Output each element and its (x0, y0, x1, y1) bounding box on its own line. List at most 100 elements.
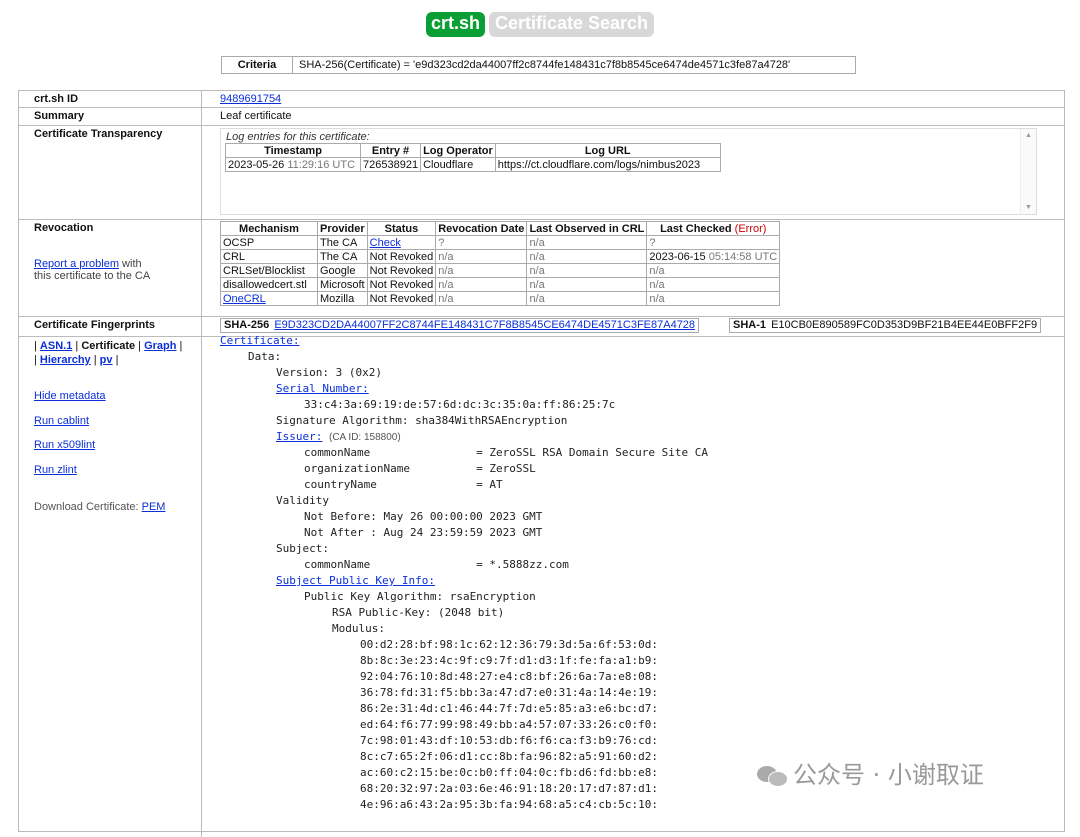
issuer-organization: organizationName = ZeroSSL (304, 462, 536, 475)
report-problem: Report a problem with this certificate t… (34, 258, 151, 282)
ct-operator: Cloudflare (420, 157, 496, 172)
row-summary: Summary Leaf certificate (19, 108, 1064, 126)
criteria-value: SHA-256(Certificate) = 'e9d323cd2da44007… (292, 56, 856, 74)
rev-status: Check (366, 235, 437, 250)
rev-col-mechanism: Mechanism (220, 221, 318, 236)
modulus-line: ac:60:c2:15:be:0c:b0:ff:04:0c:fb:d6:fd:b… (360, 766, 659, 779)
sha1-fingerprint: SHA-1 E10CB0E890589FC0D353D9BF21B4EE44E0… (729, 318, 1042, 333)
run-cablint-link[interactable]: Run cablint (34, 415, 89, 427)
hierarchy-link[interactable]: Hierarchy (40, 354, 91, 366)
pem-download-link[interactable]: PEM (142, 501, 166, 513)
site-subtitle: Certificate Search (488, 12, 655, 37)
row-fingerprints: Certificate Fingerprints SHA-256 E9D323C… (19, 317, 1064, 337)
ct-log-panel[interactable]: Log entries for this certificate: Timest… (220, 128, 1037, 215)
modulus-line: 8c:c7:65:2f:06:d1:cc:8b:fa:96:82:a5:91:6… (360, 750, 659, 763)
asn1-link[interactable]: ASN.1 (40, 340, 72, 352)
rev-status: Not Revoked (366, 277, 437, 292)
report-problem-link[interactable]: Report a problem (34, 258, 119, 270)
validity: Validity (276, 494, 329, 507)
subject-common-name: commonName = *.5888zz.com (304, 558, 569, 571)
ct-scrollbar[interactable]: ▲ ▼ (1020, 129, 1036, 214)
issuer-common-name: commonName = ZeroSSL RSA Domain Secure S… (304, 446, 708, 459)
scroll-down-icon[interactable]: ▼ (1025, 204, 1032, 211)
modulus-line: 4e:96:a6:43:2a:95:3b:fa:94:68:a5:c4:cb:5… (360, 798, 659, 811)
hide-metadata-link[interactable]: Hide metadata (34, 390, 106, 402)
sha256-fingerprint: SHA-256 E9D323CD2DA44007FF2C8744FE148431… (220, 318, 700, 333)
serial-number-link[interactable]: Serial Number: (276, 381, 369, 397)
watermark-text: 公众号 · 小谢取证 (793, 761, 984, 789)
rev-status: Not Revoked (366, 263, 437, 278)
issuer-ca-id: (CA ID: 158800) (328, 432, 401, 443)
scroll-up-icon[interactable]: ▲ (1025, 132, 1032, 139)
ct-caption: Log entries for this certificate: (226, 131, 370, 143)
serial-number: 33:c4:3a:69:19:de:57:6d:dc:3c:35:0a:ff:8… (304, 398, 616, 411)
row-certificate-transparency: Certificate Transparency Log entries for… (19, 126, 1064, 220)
rev-provider: The CA (317, 249, 368, 264)
crtsh-id-link[interactable]: 9489691754 (220, 93, 281, 105)
onecrl-link[interactable]: OneCRL (223, 293, 266, 305)
not-after: Not After : Aug 24 23:59:59 2023 GMT (304, 526, 543, 539)
issuer-country: countryName = AT (304, 478, 503, 491)
ct-timestamp: 2023-05-26 11:29:16 UTC (225, 157, 361, 172)
rev-mechanism: disallowedcert.stl (220, 277, 318, 292)
table-row: OneCRL Mozilla Not Revoked n/a n/a n/a (220, 291, 781, 306)
ct-col-timestamp: Timestamp (225, 143, 361, 158)
view-nav: | ASN.1 | Certificate | Graph | | Hierar… (34, 340, 183, 366)
modulus-label: Modulus: (332, 622, 385, 635)
rev-date: n/a (435, 263, 528, 278)
issuer: Issuer: (CA ID: 158800) (276, 429, 401, 445)
revocation-table: Mechanism Provider Status Revocation Dat… (220, 221, 781, 306)
ct-col-operator: Log Operator (420, 143, 496, 158)
subject: Subject: (276, 542, 329, 555)
cert-version: Version: 3 (0x2) (276, 366, 382, 379)
rev-mechanism: CRLSet/Blocklist (220, 263, 318, 278)
table-row: OCSP The CA Check ? n/a ? (220, 235, 781, 250)
rev-mechanism: OneCRL (220, 291, 318, 306)
rev-col-last-observed: Last Observed in CRL (526, 221, 648, 236)
wechat-icon (757, 764, 788, 787)
row-revocation: Revocation Report a problem with this ce… (19, 220, 1064, 317)
sha256-link[interactable]: E9D323CD2DA44007FF2C8744FE148431C7F8B854… (274, 319, 695, 331)
rev-checked: n/a (646, 277, 781, 292)
ct-entry: 726538921 (359, 157, 422, 172)
rev-observed: n/a (526, 249, 648, 264)
run-zlint-link[interactable]: Run zlint (34, 464, 77, 476)
summary-value: Leaf certificate (220, 110, 292, 122)
rev-provider: The CA (317, 235, 368, 250)
row-crtsh-id: crt.sh ID 9489691754 (19, 91, 1064, 108)
not-before: Not Before: May 26 00:00:00 2023 GMT (304, 510, 543, 523)
criteria-label: Criteria (221, 56, 293, 74)
rev-date: n/a (435, 277, 528, 292)
ocsp-check-link[interactable]: Check (370, 237, 401, 249)
modulus-line: 00:d2:28:bf:98:1c:62:12:36:79:3d:5a:6f:5… (360, 638, 659, 651)
ct-log-table: Log entries for this certificate: Timest… (225, 131, 721, 172)
public-key-algorithm: Public Key Algorithm: rsaEncryption (304, 590, 536, 603)
site-header: crt.sh Certificate Search (0, 12, 1080, 37)
ct-label: Certificate Transparency (34, 128, 163, 140)
run-x509lint-link[interactable]: Run x509lint (34, 439, 95, 451)
rev-status: Not Revoked (366, 291, 437, 306)
graph-link[interactable]: Graph (144, 340, 176, 352)
rev-provider: Google (317, 263, 368, 278)
crtsh-id-label: crt.sh ID (34, 93, 79, 105)
rev-date: n/a (435, 249, 528, 264)
rev-checked: ? (646, 235, 781, 250)
signature-algorithm: Signature Algorithm: sha384WithRSAEncryp… (276, 414, 568, 427)
certificate-link[interactable]: Certificate: (220, 333, 299, 349)
subject-public-key-info-link[interactable]: Subject Public Key Info: (276, 573, 435, 589)
pv-link[interactable]: pv (100, 354, 113, 366)
watermark: 公众号 · 小谢取证 (757, 755, 984, 790)
site-logo[interactable]: crt.sh (425, 12, 485, 37)
error-link[interactable]: (Error) (735, 223, 767, 235)
ct-col-url: Log URL (494, 143, 721, 158)
issuer-link[interactable]: Issuer: (276, 430, 322, 443)
revocation-label: Revocation (34, 222, 94, 234)
table-row: 2023-05-26 11:29:16 UTC 726538921 Cloudf… (225, 157, 721, 172)
rev-checked: n/a (646, 263, 781, 278)
table-row: CRLSet/Blocklist Google Not Revoked n/a … (220, 263, 781, 278)
rev-date: n/a (435, 291, 528, 306)
rev-col-provider: Provider (317, 221, 368, 236)
rev-status: Not Revoked (366, 249, 437, 264)
ct-log-url: https://ct.cloudflare.com/logs/nimbus202… (494, 157, 721, 172)
modulus-line: 8b:8c:3e:23:4c:9f:c9:7f:d1:d3:1f:fe:fa:a… (360, 654, 659, 667)
